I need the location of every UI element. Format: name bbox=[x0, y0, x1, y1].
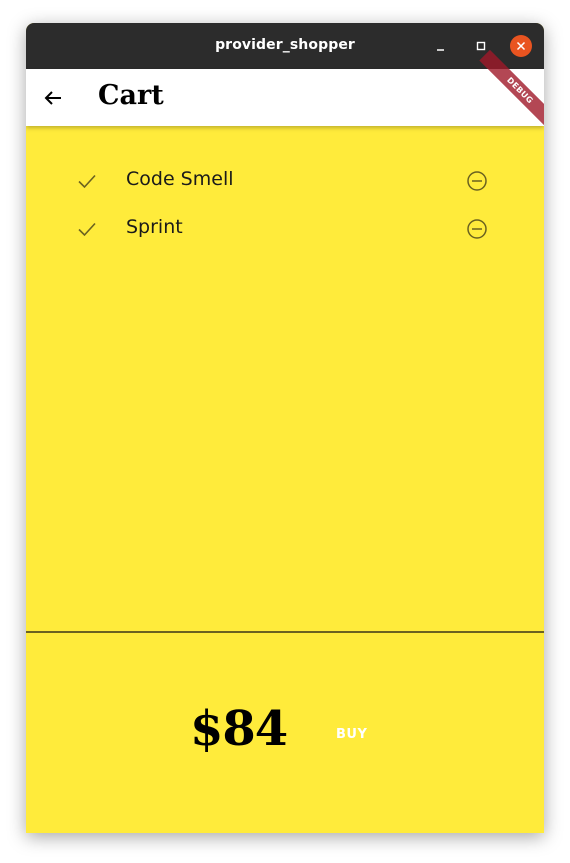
remove-circle-icon bbox=[467, 219, 487, 239]
cart-item-name: Sprint bbox=[126, 216, 183, 238]
remove-item-button[interactable] bbox=[465, 169, 489, 193]
minimize-button[interactable] bbox=[430, 35, 452, 57]
close-icon bbox=[516, 41, 526, 51]
arrow-left-icon bbox=[44, 91, 61, 105]
check-icon bbox=[78, 222, 96, 237]
back-button[interactable] bbox=[40, 85, 66, 111]
cart-item: Code Smell bbox=[26, 158, 544, 206]
window-title: provider_shopper bbox=[215, 37, 355, 53]
cart-list: Code Smell Sprint bbox=[26, 158, 544, 254]
cart-item: Sprint bbox=[26, 206, 544, 254]
cart-total: $84 bbox=[190, 701, 288, 757]
remove-circle-icon bbox=[467, 171, 487, 191]
check-icon bbox=[78, 174, 96, 189]
page-title: Cart bbox=[98, 80, 164, 111]
window-titlebar[interactable]: provider_shopper bbox=[26, 23, 544, 69]
app-window: provider_shopper Cart DEBUG Code Smell S… bbox=[26, 23, 544, 833]
divider bbox=[26, 631, 544, 633]
buy-button[interactable]: BUY bbox=[336, 727, 367, 742]
minimize-icon bbox=[437, 49, 444, 51]
close-button[interactable] bbox=[510, 35, 532, 57]
remove-item-button[interactable] bbox=[465, 217, 489, 241]
cart-item-name: Code Smell bbox=[126, 168, 234, 190]
app-bar: Cart DEBUG bbox=[26, 49, 544, 132]
